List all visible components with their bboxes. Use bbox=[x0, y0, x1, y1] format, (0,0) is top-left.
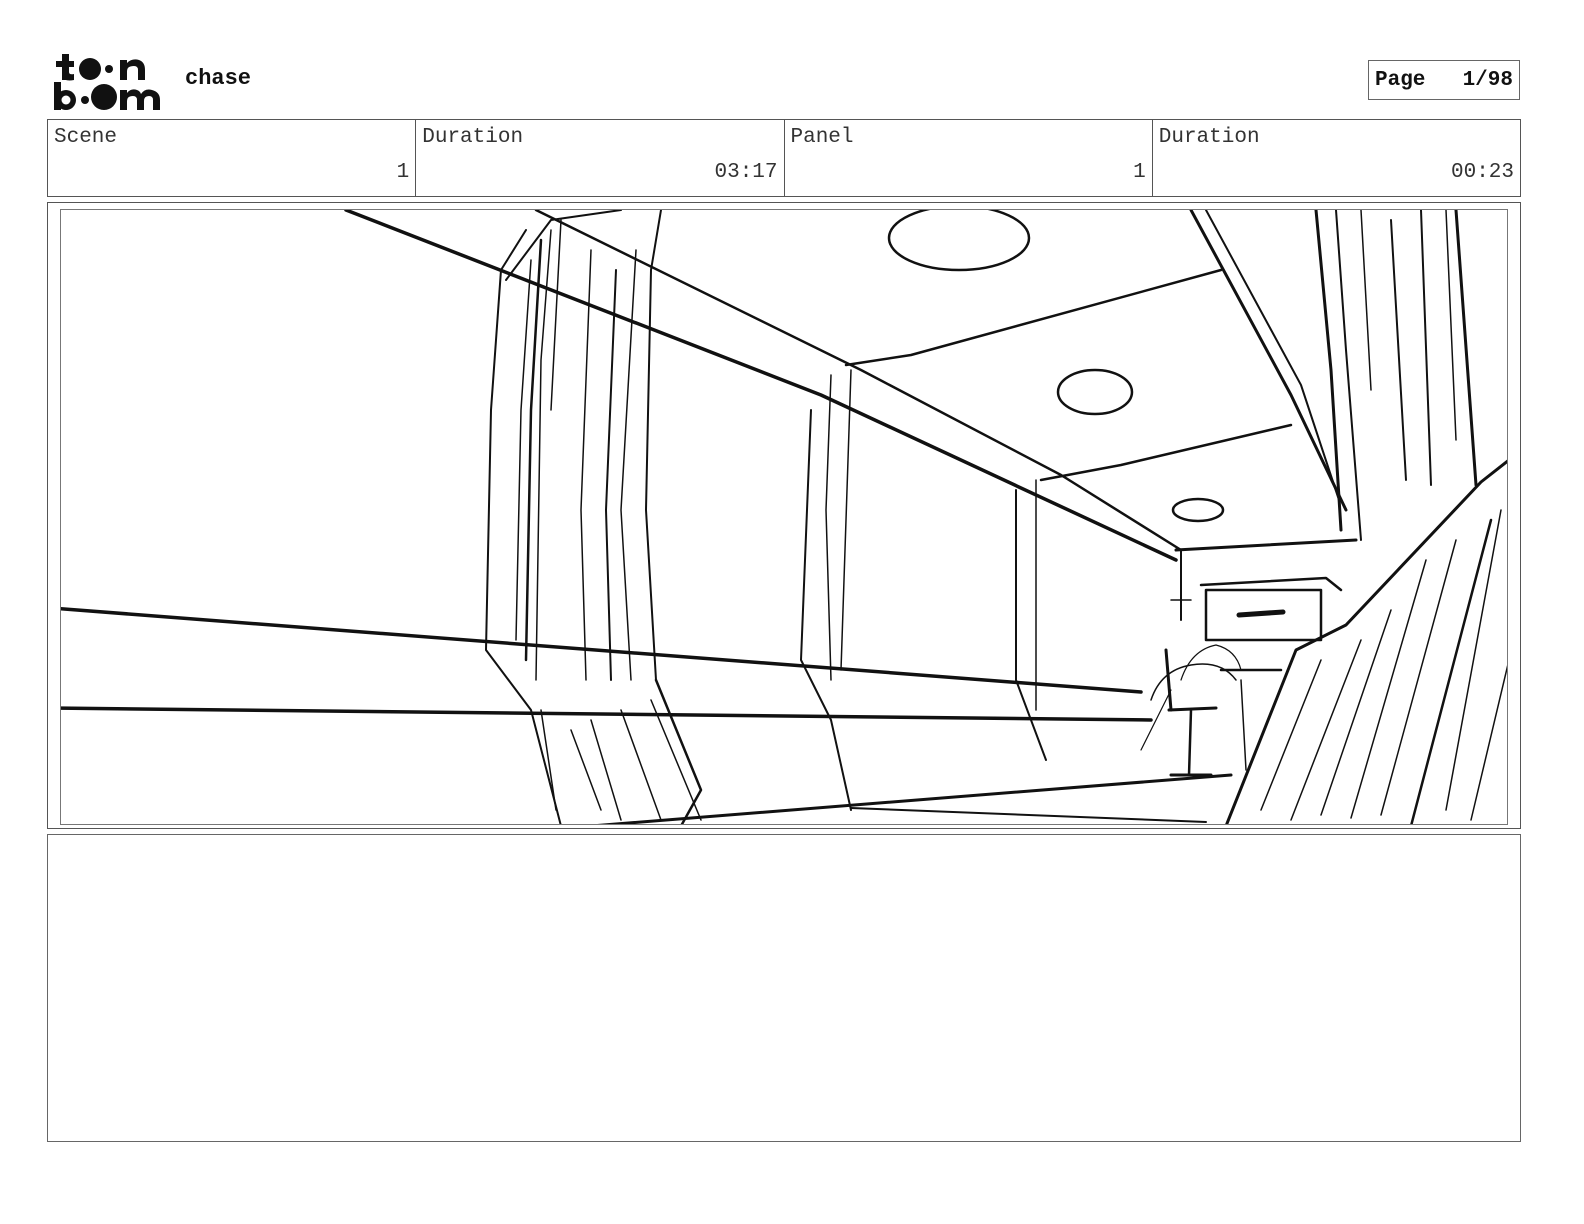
panel-duration-value: 00:23 bbox=[1450, 161, 1514, 184]
panel-duration-label: Duration bbox=[1158, 126, 1260, 149]
page-indicator: Page 1/98 bbox=[1368, 60, 1520, 100]
corridor-sketch-drawing bbox=[61, 210, 1507, 824]
scene-duration-value: 03:17 bbox=[714, 161, 778, 184]
scene-duration-label: Duration bbox=[422, 126, 524, 149]
toonboom-logo bbox=[52, 52, 164, 112]
storyboard-panel-frame bbox=[47, 202, 1521, 829]
page-label: Page bbox=[1375, 68, 1426, 92]
panel-value: 1 bbox=[1133, 161, 1146, 184]
panel-cell: Panel 1 bbox=[785, 120, 1153, 196]
panel-label: Panel bbox=[790, 126, 854, 149]
panel-info-row: Scene 1 Duration 03:17 Panel 1 Duration … bbox=[47, 119, 1521, 197]
scene-value: 1 bbox=[396, 161, 410, 184]
storyboard-sketch bbox=[60, 209, 1508, 825]
scene-label: Scene bbox=[54, 126, 118, 149]
page-number: 1/98 bbox=[1462, 68, 1513, 92]
scene-duration-cell: Duration 03:17 bbox=[416, 120, 785, 196]
panel-duration-cell: Duration 00:23 bbox=[1153, 120, 1520, 196]
project-title: chase bbox=[185, 66, 252, 91]
toonboom-logo-icon bbox=[54, 54, 160, 110]
panel-notes-area[interactable] bbox=[47, 834, 1521, 1142]
scene-cell: Scene 1 bbox=[48, 120, 417, 196]
